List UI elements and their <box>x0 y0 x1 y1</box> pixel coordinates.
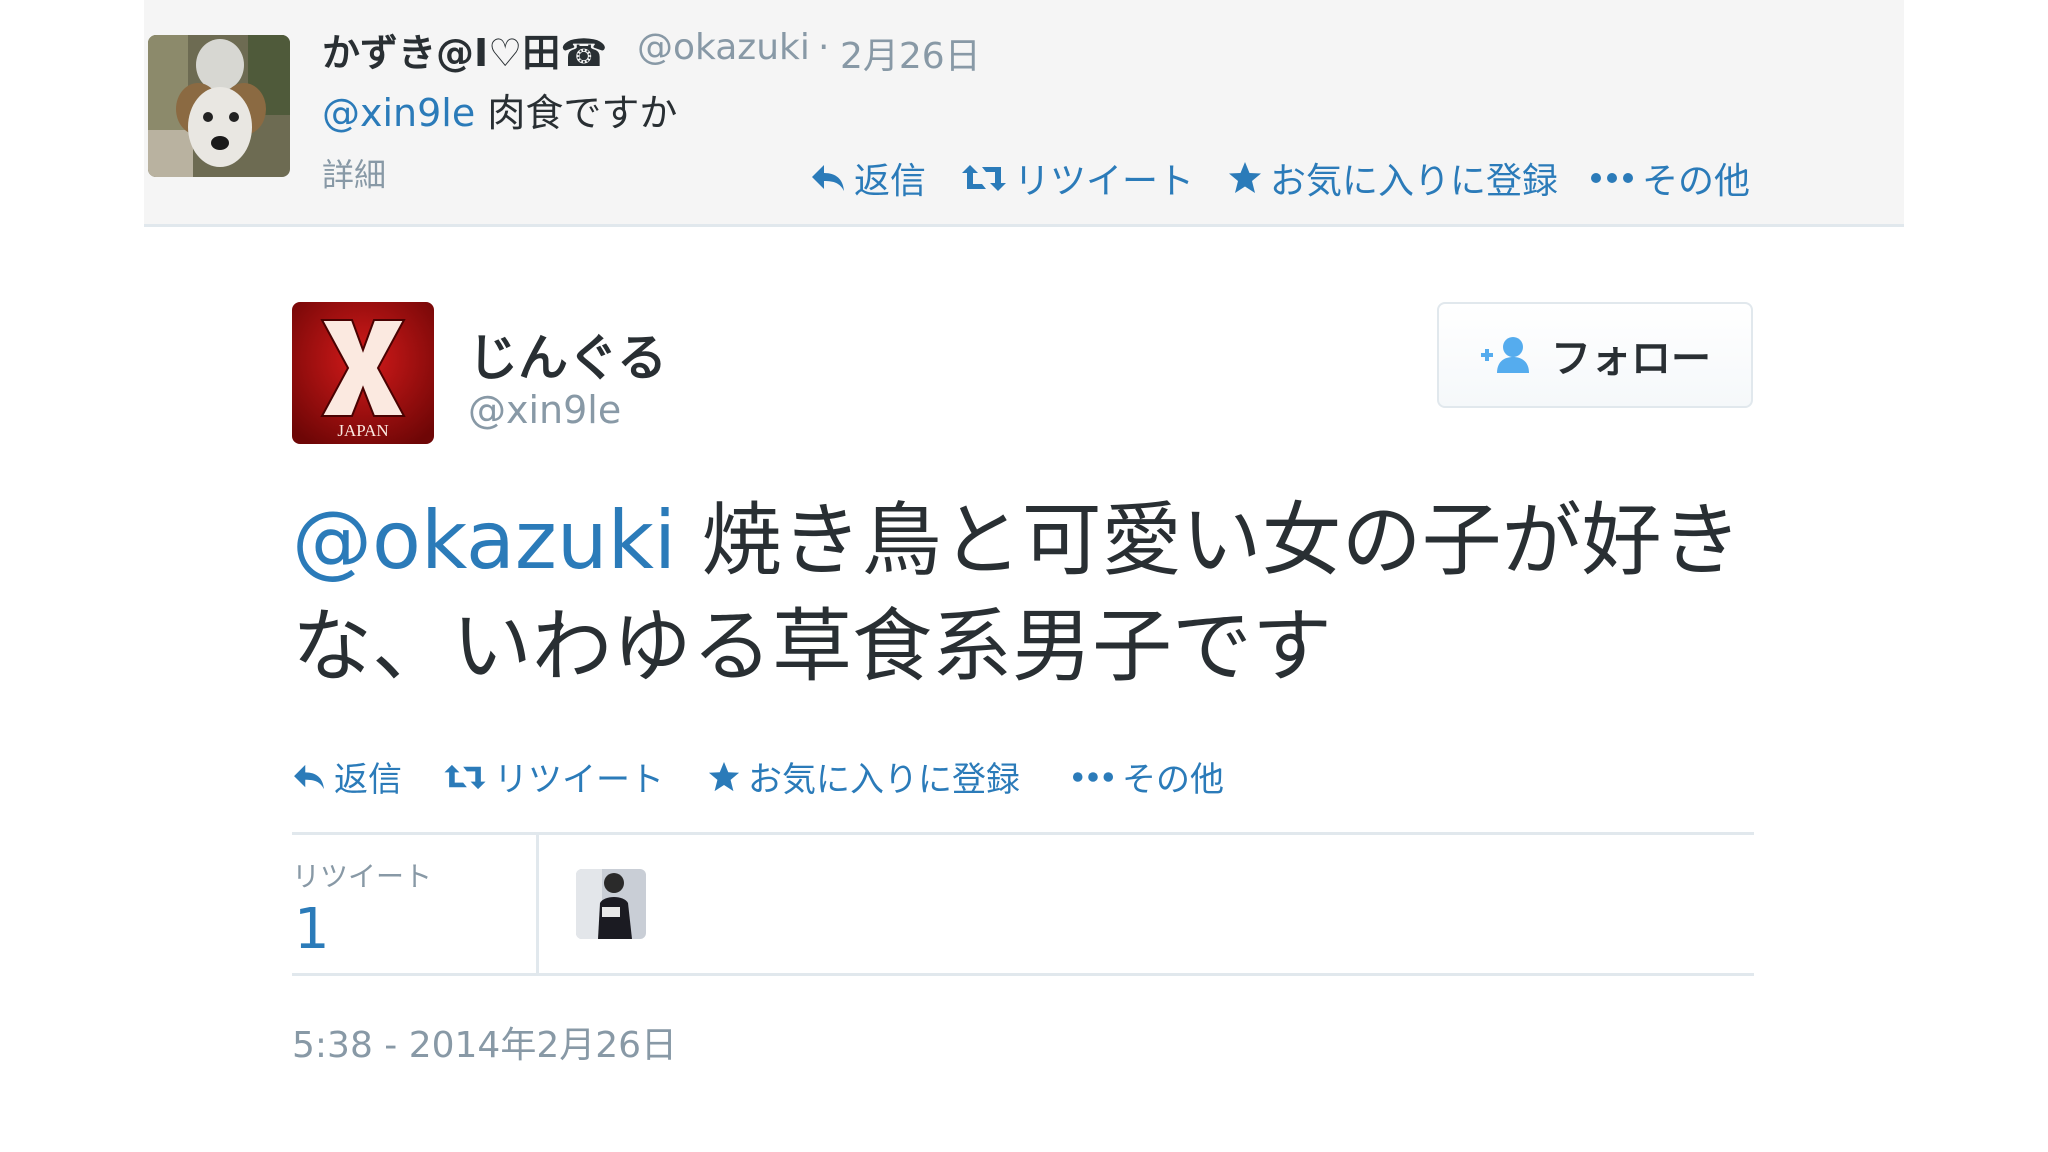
parent-favorite-label: お気に入りに登録 <box>1270 161 1559 202</box>
parent-more-label: その他 <box>1642 161 1751 202</box>
parent-retweet-label: リツイート <box>1014 161 1195 202</box>
parent-date[interactable]: 2月26日 <box>840 27 981 79</box>
retweets-stat-count[interactable]: 1 <box>294 897 330 962</box>
more-button[interactable]: その他 <box>1072 752 1224 801</box>
tweet-mention-link[interactable]: @okazuki <box>292 494 676 587</box>
user-handle[interactable]: @xin9le <box>468 388 621 432</box>
tweet-timestamp[interactable]: 5:38 - 2014年2月26日 <box>292 1016 677 1068</box>
retweets-stat-label: リツイート <box>292 860 433 893</box>
tweet-stats: リツイート 1 <box>292 832 1754 976</box>
parent-handle[interactable]: @okazuki <box>637 27 810 68</box>
reply-icon <box>810 163 846 193</box>
parent-mention-link[interactable]: @xin9le <box>322 91 475 135</box>
retweet-icon <box>962 163 1006 193</box>
parent-retweet-button[interactable]: リツイート <box>962 152 1194 204</box>
parent-more-button[interactable]: その他 <box>1590 152 1750 204</box>
retweet-label: リツイート <box>494 760 664 800</box>
parent-avatar[interactable] <box>148 35 290 177</box>
user-avatar[interactable]: JAPAN <box>292 302 434 444</box>
parent-tweet-text: @xin9le 肉食ですか <box>322 82 677 137</box>
star-icon <box>708 761 740 793</box>
follow-label: フォロー <box>1551 336 1711 382</box>
favorite-button[interactable]: お気に入りに登録 <box>708 752 1020 801</box>
parent-reply-button[interactable]: 返信 <box>810 152 926 204</box>
reply-button[interactable]: 返信 <box>292 752 402 801</box>
more-icon <box>1590 172 1634 184</box>
more-icon <box>1072 771 1114 783</box>
reply-icon <box>292 763 326 791</box>
stats-divider <box>536 835 539 973</box>
parent-display-name[interactable]: かずき@I♡田☎ <box>322 22 608 77</box>
tweet-text: @okazuki 焼き鳥と可愛い女の子が好きな、いわゆる草食系男子です <box>292 488 1752 700</box>
more-label: その他 <box>1122 760 1224 800</box>
reply-label: 返信 <box>334 760 402 800</box>
follow-button[interactable]: フォロー <box>1437 302 1753 408</box>
star-icon <box>1228 161 1262 195</box>
retweet-icon <box>444 763 486 791</box>
parent-reply-label: 返信 <box>854 161 927 202</box>
avatar-logo-text: JAPAN <box>337 421 388 440</box>
parent-favorite-button[interactable]: お気に入りに登録 <box>1228 152 1558 204</box>
user-display-name[interactable]: じんぐる <box>468 318 667 390</box>
parent-separator: · <box>818 27 830 68</box>
parent-tweet-body: 肉食ですか <box>475 91 678 135</box>
favorite-label: お気に入りに登録 <box>748 760 1020 800</box>
parent-details-link[interactable]: 詳細 <box>322 150 386 196</box>
retweeter-avatar[interactable] <box>576 869 646 939</box>
follow-person-icon <box>1479 335 1535 375</box>
retweet-button[interactable]: リツイート <box>444 752 664 801</box>
